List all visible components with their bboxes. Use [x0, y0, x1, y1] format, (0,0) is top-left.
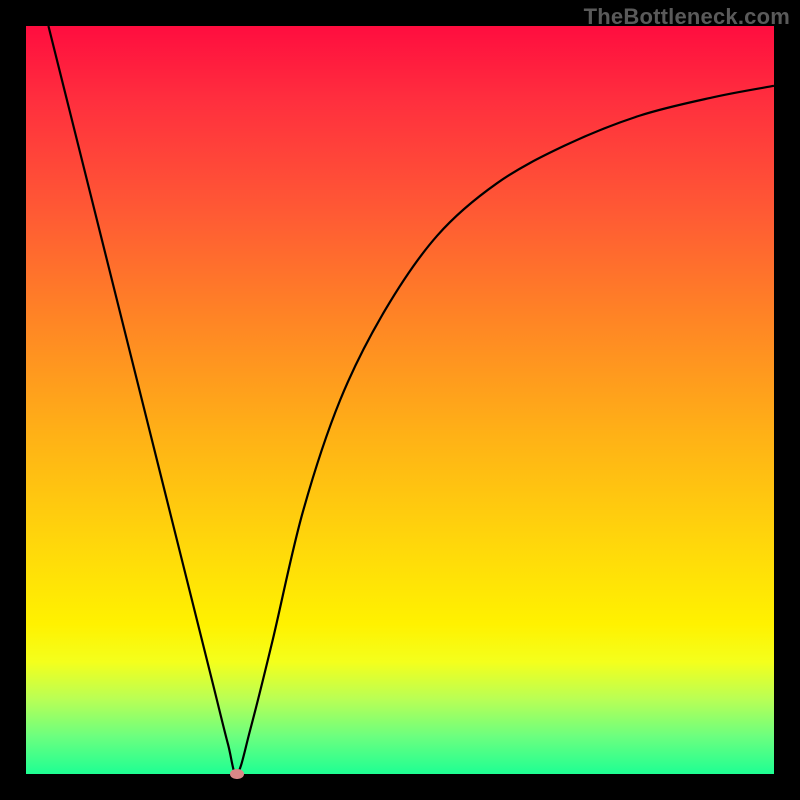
chart-frame: TheBottleneck.com: [0, 0, 800, 800]
plot-area: [26, 26, 774, 774]
optimum-marker: [230, 769, 244, 779]
bottleneck-curve: [26, 26, 774, 774]
